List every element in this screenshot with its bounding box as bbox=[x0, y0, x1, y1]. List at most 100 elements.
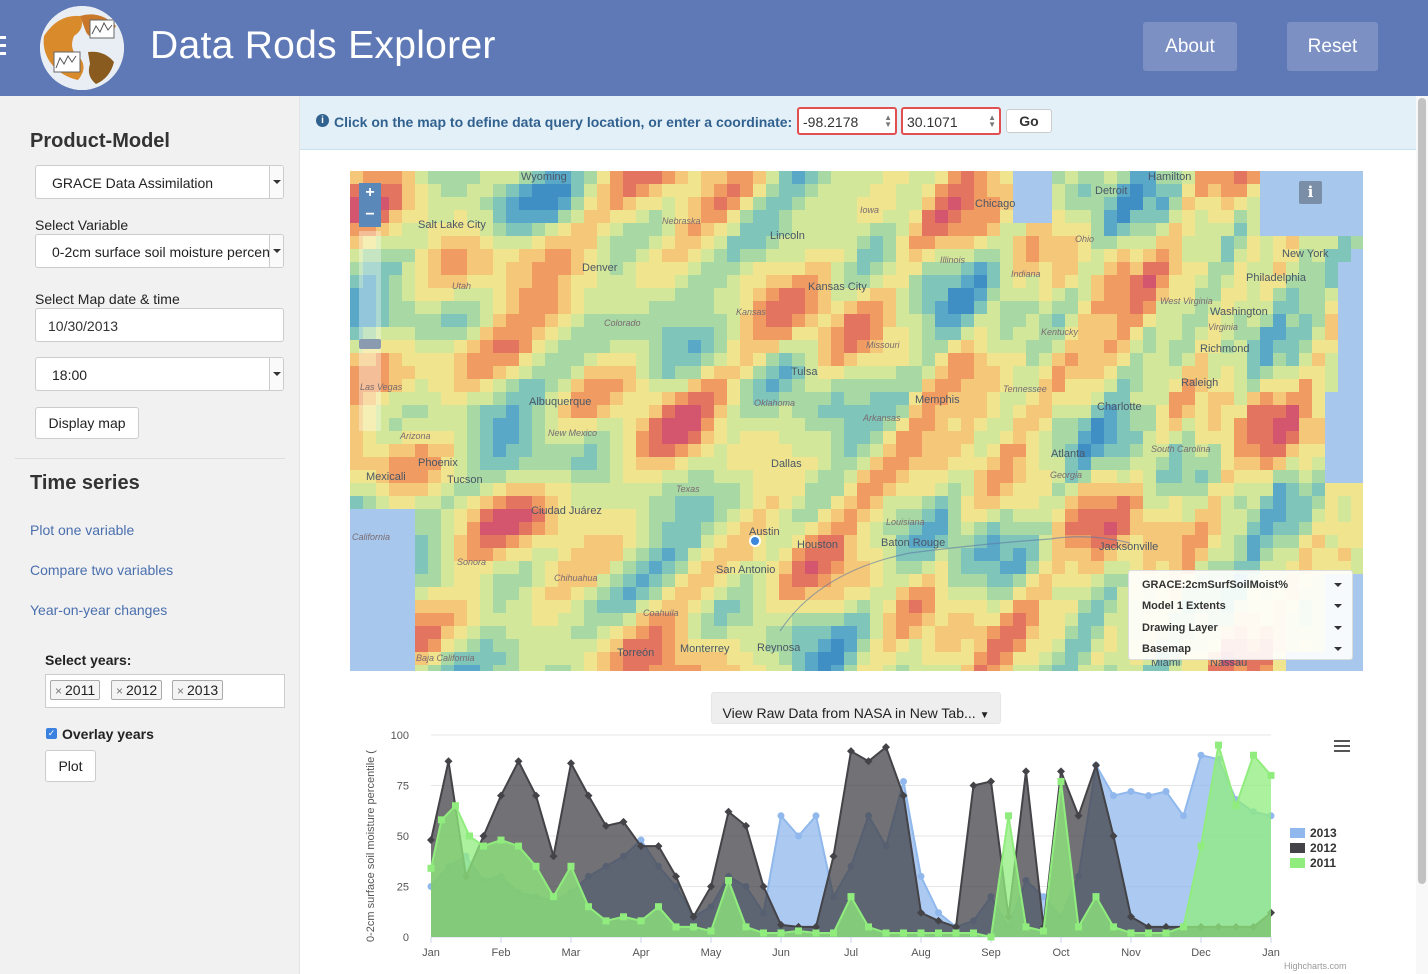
layer-item[interactable]: Drawing Layer bbox=[1142, 622, 1342, 634]
map-cell bbox=[922, 353, 935, 366]
chevron-down-icon[interactable] bbox=[1334, 626, 1342, 630]
data-point bbox=[900, 777, 907, 785]
map-cell bbox=[1169, 457, 1182, 470]
chevron-down-icon[interactable] bbox=[1334, 583, 1342, 587]
map-cell bbox=[1338, 379, 1351, 392]
map-cell bbox=[1143, 457, 1156, 470]
map-cell bbox=[909, 496, 922, 509]
map-cell bbox=[649, 444, 662, 457]
layer-item[interactable]: GRACE:2cmSurfSoilMoist% bbox=[1142, 579, 1342, 591]
zoom-out-button[interactable]: − bbox=[359, 205, 381, 227]
year-tag[interactable]: × 2013 bbox=[172, 680, 224, 700]
map-cell bbox=[831, 431, 844, 444]
map-cell bbox=[1117, 457, 1130, 470]
map-cell bbox=[1273, 665, 1286, 671]
plot-one-variable-link[interactable]: Plot one variable bbox=[30, 522, 134, 538]
map-cell bbox=[987, 340, 1000, 353]
map-cell bbox=[636, 366, 649, 379]
map-info-button[interactable]: i bbox=[1299, 181, 1322, 204]
map-cell bbox=[779, 327, 792, 340]
model-select[interactable]: GRACE Data Assimilation bbox=[35, 165, 284, 199]
variable-select[interactable]: 0-2cm surface soil moisture percentile bbox=[35, 234, 284, 268]
map-cell bbox=[1234, 457, 1247, 470]
map-cell bbox=[1104, 314, 1117, 327]
map-cell bbox=[1156, 353, 1169, 366]
data-point bbox=[1110, 923, 1117, 931]
view-raw-data-button[interactable]: View Raw Data from NASA in New Tab... ▼ bbox=[711, 692, 1001, 724]
map-cell bbox=[857, 613, 870, 626]
map-cell bbox=[922, 561, 935, 574]
map-cell bbox=[727, 405, 740, 418]
map-cell bbox=[896, 574, 909, 587]
map-cell bbox=[584, 600, 597, 613]
data-point bbox=[777, 812, 785, 820]
map-cell bbox=[402, 405, 415, 418]
map-cell bbox=[610, 457, 623, 470]
spinner-icon[interactable]: ▲ ▼ bbox=[884, 114, 892, 129]
map-cell bbox=[779, 353, 792, 366]
map-cell bbox=[792, 587, 805, 600]
zoom-in-button[interactable]: + bbox=[359, 183, 381, 205]
map-cell bbox=[688, 561, 701, 574]
map-cell bbox=[857, 262, 870, 275]
chevron-down-icon[interactable] bbox=[1334, 604, 1342, 608]
overlay-years-checkbox[interactable]: ✓ bbox=[46, 728, 57, 739]
sidebar-toggle-icon[interactable] bbox=[0, 36, 6, 58]
map-cell bbox=[844, 171, 857, 184]
remove-tag-icon[interactable]: × bbox=[116, 684, 123, 698]
data-point bbox=[515, 842, 522, 850]
latitude-input[interactable]: 30.1071 ▲ ▼ bbox=[901, 107, 1001, 135]
chevron-down-icon[interactable] bbox=[1334, 647, 1342, 651]
map-cell bbox=[831, 509, 844, 522]
year-tag[interactable]: × 2011 bbox=[50, 680, 101, 700]
map-cell bbox=[1130, 366, 1143, 379]
layer-switcher[interactable]: GRACE:2cmSurfSoilMoist% Model 1 Extents … bbox=[1128, 570, 1353, 660]
map-cell bbox=[597, 665, 610, 671]
map-cell bbox=[1130, 275, 1143, 288]
display-map-button[interactable]: Display map bbox=[35, 407, 139, 439]
map-cell bbox=[1169, 275, 1182, 288]
map-cell bbox=[1273, 327, 1286, 340]
legend-item[interactable]: 2012 bbox=[1290, 841, 1337, 856]
layer-item[interactable]: Basemap bbox=[1142, 643, 1342, 655]
map-date-input[interactable]: 10/30/2013 bbox=[35, 308, 284, 342]
reset-button[interactable]: Reset bbox=[1287, 22, 1378, 71]
map-cell bbox=[844, 639, 857, 652]
year-on-year-link[interactable]: Year-on-year changes bbox=[30, 602, 167, 618]
map-cell bbox=[1312, 288, 1325, 301]
map-cell bbox=[818, 457, 831, 470]
legend-item[interactable]: 2011 bbox=[1290, 856, 1337, 871]
map-cell bbox=[1325, 665, 1338, 671]
map-cell bbox=[883, 600, 896, 613]
scrollbar-thumb[interactable] bbox=[1418, 98, 1426, 884]
map-cell bbox=[714, 314, 727, 327]
map-cell bbox=[896, 431, 909, 444]
map-cell bbox=[1039, 314, 1052, 327]
map-cell bbox=[831, 262, 844, 275]
about-button[interactable]: About bbox=[1143, 22, 1237, 71]
map-cell bbox=[935, 340, 948, 353]
map-cell bbox=[909, 288, 922, 301]
zoom-slider-handle[interactable] bbox=[359, 339, 381, 349]
compare-two-variables-link[interactable]: Compare two variables bbox=[30, 562, 173, 578]
map-cell bbox=[558, 535, 571, 548]
year-tag[interactable]: × 2012 bbox=[111, 680, 163, 700]
legend-item[interactable]: 2013 bbox=[1290, 826, 1337, 841]
go-button[interactable]: Go bbox=[1006, 109, 1052, 133]
spinner-icon[interactable]: ▲ ▼ bbox=[988, 114, 996, 129]
chart-menu-icon[interactable] bbox=[1334, 740, 1350, 754]
map-cell bbox=[545, 444, 558, 457]
remove-tag-icon[interactable]: × bbox=[55, 684, 62, 698]
remove-tag-icon[interactable]: × bbox=[177, 684, 184, 698]
map-time-select[interactable]: 18:00 bbox=[35, 357, 284, 391]
map-cell bbox=[818, 392, 831, 405]
years-multiselect[interactable]: × 2011 × 2012 × 2013 bbox=[45, 674, 285, 708]
zoom-slider[interactable] bbox=[359, 231, 381, 431]
layer-item[interactable]: Model 1 Extents bbox=[1142, 600, 1342, 612]
plot-button[interactable]: Plot bbox=[45, 750, 96, 782]
map-cell bbox=[1286, 535, 1299, 548]
map-cell bbox=[935, 600, 948, 613]
data-point bbox=[1057, 767, 1065, 776]
longitude-input[interactable]: -98.2178 ▲ ▼ bbox=[797, 107, 897, 135]
map-cell bbox=[766, 548, 779, 561]
